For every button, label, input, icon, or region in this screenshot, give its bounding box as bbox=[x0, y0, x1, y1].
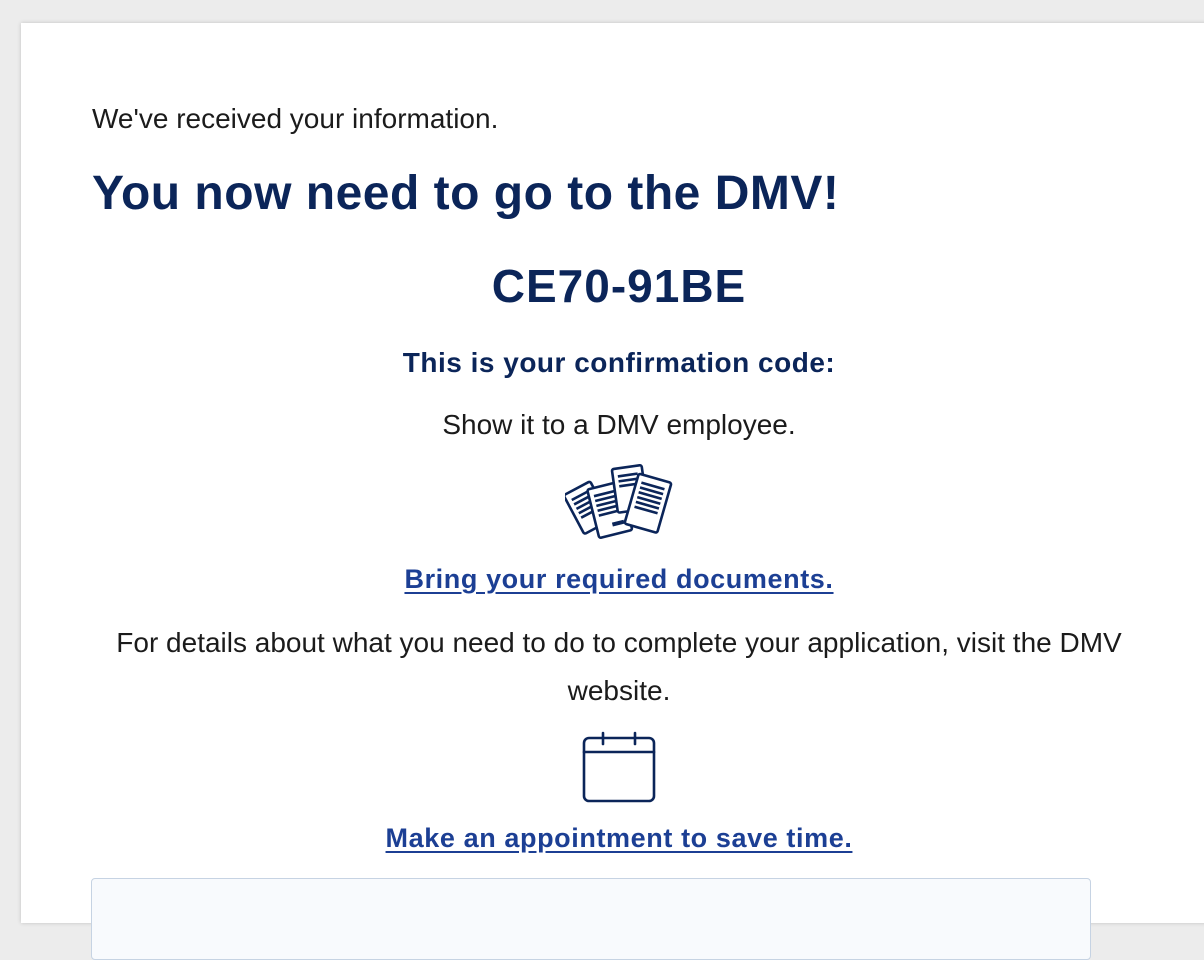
confirmation-code: CE70-91BE bbox=[491, 260, 747, 312]
show-employee-instruction: Show it to a DMV employee. bbox=[442, 409, 796, 440]
received-message: We've received your information. bbox=[92, 103, 499, 134]
page-title: You now need to go to the DMV! bbox=[92, 167, 840, 220]
appointment-link-container: Make an appointment to save time. bbox=[92, 820, 1146, 856]
info-panel bbox=[91, 878, 1091, 960]
make-appointment-link[interactable]: Make an appointment to save time. bbox=[386, 823, 853, 853]
calendar-icon bbox=[582, 731, 656, 803]
confirmation-card: We've received your information. You now… bbox=[21, 23, 1204, 960]
documents-link-container: Bring your required documents. bbox=[92, 561, 1146, 597]
required-documents-link[interactable]: Bring your required documents. bbox=[404, 564, 833, 594]
documents-icon bbox=[565, 463, 673, 540]
details-text: For details about what you need to do to… bbox=[116, 627, 1122, 706]
confirmation-code-label: This is your confirmation code: bbox=[402, 347, 836, 378]
